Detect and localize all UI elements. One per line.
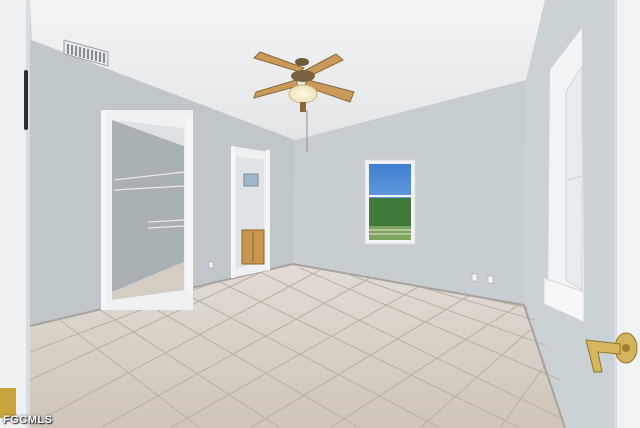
- watermark-text: FGCMLS: [3, 414, 53, 426]
- closet-doorway: [101, 110, 193, 310]
- wall-outlet: [208, 261, 214, 269]
- fan-light: [288, 84, 318, 104]
- back-window: [364, 159, 416, 245]
- room-photo: [0, 0, 640, 428]
- side-window: [543, 28, 585, 323]
- bathroom-doorway: [231, 146, 270, 278]
- wall-outlet: [471, 273, 478, 282]
- wall-outlet: [487, 275, 494, 284]
- left-door-frame: [0, 0, 30, 428]
